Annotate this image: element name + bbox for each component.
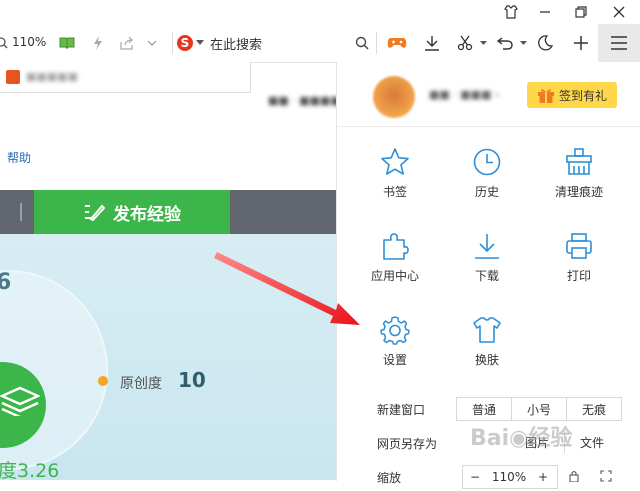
search-input[interactable]: 在此搜索 [210, 34, 262, 53]
publish-label: 发布经验 [113, 204, 181, 225]
blurred-user-name[interactable]: ■■ · ■■■ › [429, 88, 499, 101]
nav-separator [20, 203, 22, 221]
stat-number: 6 [0, 270, 12, 295]
main-menu-button[interactable] [598, 24, 640, 62]
printer-icon [566, 233, 592, 259]
new-tab-plus-icon[interactable] [568, 24, 594, 62]
new-window-incognito-button[interactable]: 无痕 [566, 398, 621, 420]
menu-item-history[interactable]: 历史 [437, 147, 537, 227]
svg-text:S: S [181, 36, 190, 50]
baidu-watermark: Bai◉经验 [470, 426, 573, 451]
zoom-level[interactable]: 110% [12, 35, 46, 49]
game-controller-icon[interactable] [384, 24, 410, 62]
gear-icon [380, 316, 410, 345]
shirt-icon [473, 317, 501, 343]
zoom-row: 缩放 − 110% + [337, 463, 640, 491]
menu-item-label: 应用中心 [370, 269, 419, 283]
menu-item-settings[interactable]: 设置 [345, 315, 445, 395]
originality-dot [98, 376, 108, 386]
menu-item-bookmarks[interactable]: 书签 [345, 147, 445, 227]
new-window-options: 普通 小号 无痕 [456, 397, 622, 421]
night-mode-moon-icon[interactable] [532, 24, 558, 62]
signin-gift-button[interactable]: 签到有礼 [527, 82, 617, 108]
scissors-icon[interactable] [452, 24, 478, 62]
new-window-row: 新建窗口 普通 小号 无痕 [337, 395, 640, 423]
browser-toolbar: 110% S 在此搜索 [0, 24, 640, 63]
tab-favicon-icon [6, 70, 20, 84]
clock-icon [473, 148, 501, 176]
menu-item-app-center[interactable]: 应用中心 [345, 231, 445, 311]
star-icon [381, 148, 409, 175]
toolbar-divider [376, 32, 377, 54]
new-window-normal-button[interactable]: 普通 [457, 398, 511, 420]
zoom-value: 110% [491, 470, 527, 484]
originality-label: 原创度 [120, 376, 162, 392]
menu-item-download[interactable]: 下载 [437, 231, 537, 311]
puzzle-icon [383, 233, 409, 260]
toolbar-divider [172, 32, 173, 54]
chevron-down-icon[interactable] [144, 24, 160, 62]
caret-down-icon[interactable] [478, 24, 488, 62]
stats-hero: 6 原创度 10 度3.26 [0, 234, 336, 480]
fullscreen-icon[interactable] [591, 465, 621, 487]
menu-item-label: 清理痕迹 [554, 185, 603, 199]
caret-down-icon[interactable] [196, 40, 204, 46]
caret-down-icon[interactable] [518, 24, 528, 62]
tab-title-blurred: ■■■■■ [26, 70, 78, 83]
degree-value: 度3.26 [0, 460, 60, 480]
gift-icon [537, 89, 554, 103]
search-box[interactable]: S 在此搜索 [176, 30, 374, 56]
shirt-skin-icon[interactable] [494, 0, 528, 24]
download-icon [475, 234, 499, 259]
menu-item-label: 设置 [382, 353, 407, 367]
restore-button[interactable] [564, 0, 598, 24]
zoom-search-icon[interactable] [0, 24, 10, 62]
menu-user-header: ■■ · ■■■ › 签到有礼 [336, 62, 640, 126]
search-icon[interactable] [352, 24, 372, 62]
zoom-out-button[interactable]: − [463, 466, 487, 488]
sogou-s-icon: S [177, 35, 193, 51]
menu-item-print[interactable]: 打印 [529, 231, 629, 311]
originality-value: 10 [178, 368, 206, 392]
avatar[interactable] [373, 76, 415, 118]
minimize-button[interactable] [528, 0, 562, 24]
zoom-label: 缩放 [377, 471, 402, 485]
signin-label: 签到有礼 [558, 88, 607, 103]
menu-item-label: 换肤 [474, 353, 499, 367]
menu-item-label: 下载 [474, 269, 499, 283]
lock-icon[interactable] [559, 465, 589, 487]
pen-icon [85, 204, 105, 221]
close-window-button[interactable] [602, 0, 636, 24]
menu-item-clear-traces[interactable]: 清理痕迹 [529, 147, 629, 227]
new-window-label: 新建窗口 [377, 403, 426, 417]
help-link[interactable]: 帮助 [7, 149, 31, 166]
page-tab[interactable]: ■■■■■ [0, 62, 251, 93]
hamburger-menu-icon [611, 36, 627, 50]
undo-icon[interactable] [492, 24, 518, 62]
broom-icon [566, 148, 592, 175]
window-titlebar [0, 0, 640, 24]
new-window-small-button[interactable]: 小号 [511, 398, 566, 420]
zoom-in-button[interactable]: + [531, 466, 555, 488]
publish-experience-button[interactable]: 发布经验 [34, 190, 230, 234]
zoom-control: − 110% + [462, 465, 558, 489]
menu-item-label: 历史 [474, 185, 499, 199]
save-as-label: 网页另存为 [377, 437, 438, 451]
lightning-icon[interactable] [88, 24, 108, 62]
menu-item-label: 打印 [566, 269, 591, 283]
menu-item-skin[interactable]: 换肤 [437, 315, 537, 395]
reading-mode-icon[interactable] [56, 24, 78, 62]
share-icon[interactable] [116, 24, 138, 62]
menu-item-label: 书签 [382, 185, 407, 199]
download-icon[interactable] [420, 24, 444, 62]
